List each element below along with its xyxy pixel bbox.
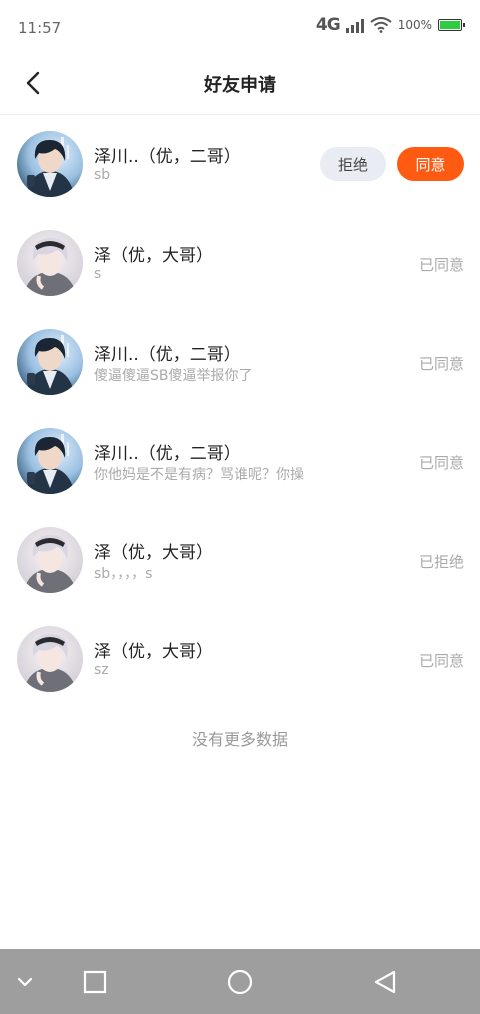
avatar[interactable] [17, 329, 83, 395]
request-message: 你他妈是不是有病？骂谁呢？你操 [94, 467, 304, 483]
recents-button[interactable] [72, 949, 118, 1014]
request-message: s [94, 266, 102, 282]
request-status: 已同意 [418, 454, 464, 472]
request-message: sb [94, 167, 111, 183]
avatar[interactable] [17, 230, 83, 296]
agree-button[interactable]: 同意 [397, 147, 464, 181]
requester-name: 泽（优，大哥） [94, 246, 213, 266]
requester-name: 泽川..（优，二哥） [94, 345, 241, 365]
reject-button[interactable]: 拒绝 [320, 147, 386, 181]
list-item[interactable]: 泽川..（优，二哥） 傻逼傻逼SB傻逼举报你了 已同意 [0, 313, 480, 412]
requester-name: 泽川..（优，二哥） [94, 147, 241, 167]
request-status: 已同意 [418, 256, 464, 274]
avatar[interactable] [17, 131, 83, 197]
battery-icon [438, 19, 465, 31]
wifi-icon [370, 17, 392, 33]
triangle-back-icon [374, 970, 396, 993]
circle-icon [227, 969, 253, 994]
chevron-down-icon [17, 977, 33, 986]
back-nav-button[interactable] [362, 949, 408, 1014]
page-title: 好友申请 [204, 75, 276, 96]
requester-name: 泽（优，大哥） [94, 543, 213, 563]
request-message: sz [94, 662, 109, 678]
avatar[interactable] [17, 428, 83, 494]
status-time: 11:57 [18, 19, 62, 37]
battery-percent: 100% [397, 18, 432, 32]
home-button[interactable] [216, 949, 264, 1014]
list-item[interactable]: 泽川..（优，二哥） sb 拒绝 同意 [0, 115, 480, 214]
status-bar: 11:57 4G 100% [0, 0, 480, 52]
list-item[interactable]: 泽（优，大哥） s 已同意 [0, 214, 480, 313]
hide-nav-button[interactable] [8, 949, 42, 1014]
requester-name: 泽（优，大哥） [94, 642, 213, 662]
requester-name: 泽川..（优，二哥） [94, 444, 241, 464]
request-message: sb，，，，s [94, 566, 153, 582]
request-status: 已同意 [418, 355, 464, 373]
no-more-data-text: 没有更多数据 [191, 730, 288, 749]
status-icons: 4G 100% [315, 14, 465, 36]
list-item[interactable]: 泽川..（优，二哥） 你他妈是不是有病？骂谁呢？你操 已同意 [0, 412, 480, 511]
nav-bar: 好友申请 [0, 52, 480, 115]
system-nav-bar [0, 949, 480, 1014]
avatar[interactable] [17, 626, 83, 692]
avatar[interactable] [17, 527, 83, 593]
request-message: 傻逼傻逼SB傻逼举报你了 [94, 368, 253, 384]
network-type: 4G [315, 15, 341, 35]
request-list: 泽川..（优，二哥） sb 拒绝 同意 泽（优，大哥） s 已同意 泽川..（优… [0, 115, 480, 709]
list-item[interactable]: 泽（优，大哥） sb，，，，s 已拒绝 [0, 511, 480, 610]
signal-icon [345, 17, 364, 33]
list-item[interactable]: 泽（优，大哥） sz 已同意 [0, 610, 480, 709]
request-status: 已同意 [418, 652, 464, 670]
square-icon [83, 970, 107, 993]
request-status: 已拒绝 [418, 553, 464, 571]
